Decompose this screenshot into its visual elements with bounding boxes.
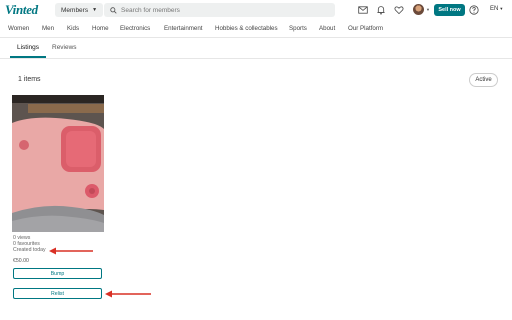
search-icon	[110, 6, 117, 14]
category-nav: Women Men Kids Home Electronics Entertai…	[0, 21, 512, 38]
top-header: Vinted Members ▼ ▼ Sell now EN▼	[0, 0, 512, 21]
item-photo[interactable]	[12, 95, 104, 232]
active-filter-button[interactable]: Active	[469, 73, 498, 87]
chevron-down-icon: ▼	[92, 7, 98, 13]
nav-item-about[interactable]: About	[319, 25, 335, 32]
nav-item-men[interactable]: Men	[42, 25, 54, 32]
chevron-down-icon[interactable]: ▼	[426, 7, 430, 12]
vinted-logo[interactable]: Vinted	[5, 2, 38, 18]
chevron-down-icon: ▼	[499, 6, 504, 11]
active-tab-indicator	[10, 56, 46, 58]
profile-tabs: Listings Reviews	[0, 38, 512, 59]
help-icon[interactable]	[469, 5, 479, 15]
nav-item-electronics[interactable]: Electronics	[120, 25, 150, 32]
heart-icon[interactable]	[394, 5, 404, 15]
language-selector[interactable]: EN▼	[490, 6, 503, 12]
search-bar[interactable]	[104, 3, 335, 17]
bell-icon[interactable]	[376, 5, 386, 15]
relist-button[interactable]: Relist	[13, 288, 102, 299]
items-count: 1 items	[18, 76, 41, 83]
avatar[interactable]	[413, 4, 424, 15]
sell-now-button[interactable]: Sell now	[434, 4, 465, 16]
nav-item-kids[interactable]: Kids	[67, 25, 79, 32]
nav-item-entertainment[interactable]: Entertainment	[164, 25, 203, 32]
nav-item-our-platform[interactable]: Our Platform	[348, 25, 383, 32]
nav-item-home[interactable]: Home	[92, 25, 109, 32]
item-price: €50.00	[13, 258, 29, 264]
members-dropdown-label: Members	[61, 6, 89, 14]
language-label: EN	[490, 6, 499, 12]
bump-button[interactable]: Bump	[13, 268, 102, 279]
annotation-arrow-created	[49, 247, 93, 255]
search-input[interactable]	[121, 6, 321, 14]
mail-icon[interactable]	[358, 5, 368, 15]
tab-listings[interactable]: Listings	[17, 44, 39, 51]
item-created: Created today	[13, 247, 46, 253]
tab-reviews[interactable]: Reviews	[52, 44, 77, 51]
nav-item-hobbies[interactable]: Hobbies & collectables	[215, 25, 278, 32]
annotation-arrow-relist	[105, 290, 151, 298]
item-photo-image	[12, 95, 104, 232]
nav-item-sports[interactable]: Sports	[289, 25, 307, 32]
nav-item-women[interactable]: Women	[8, 25, 29, 32]
members-dropdown[interactable]: Members ▼	[55, 3, 103, 17]
